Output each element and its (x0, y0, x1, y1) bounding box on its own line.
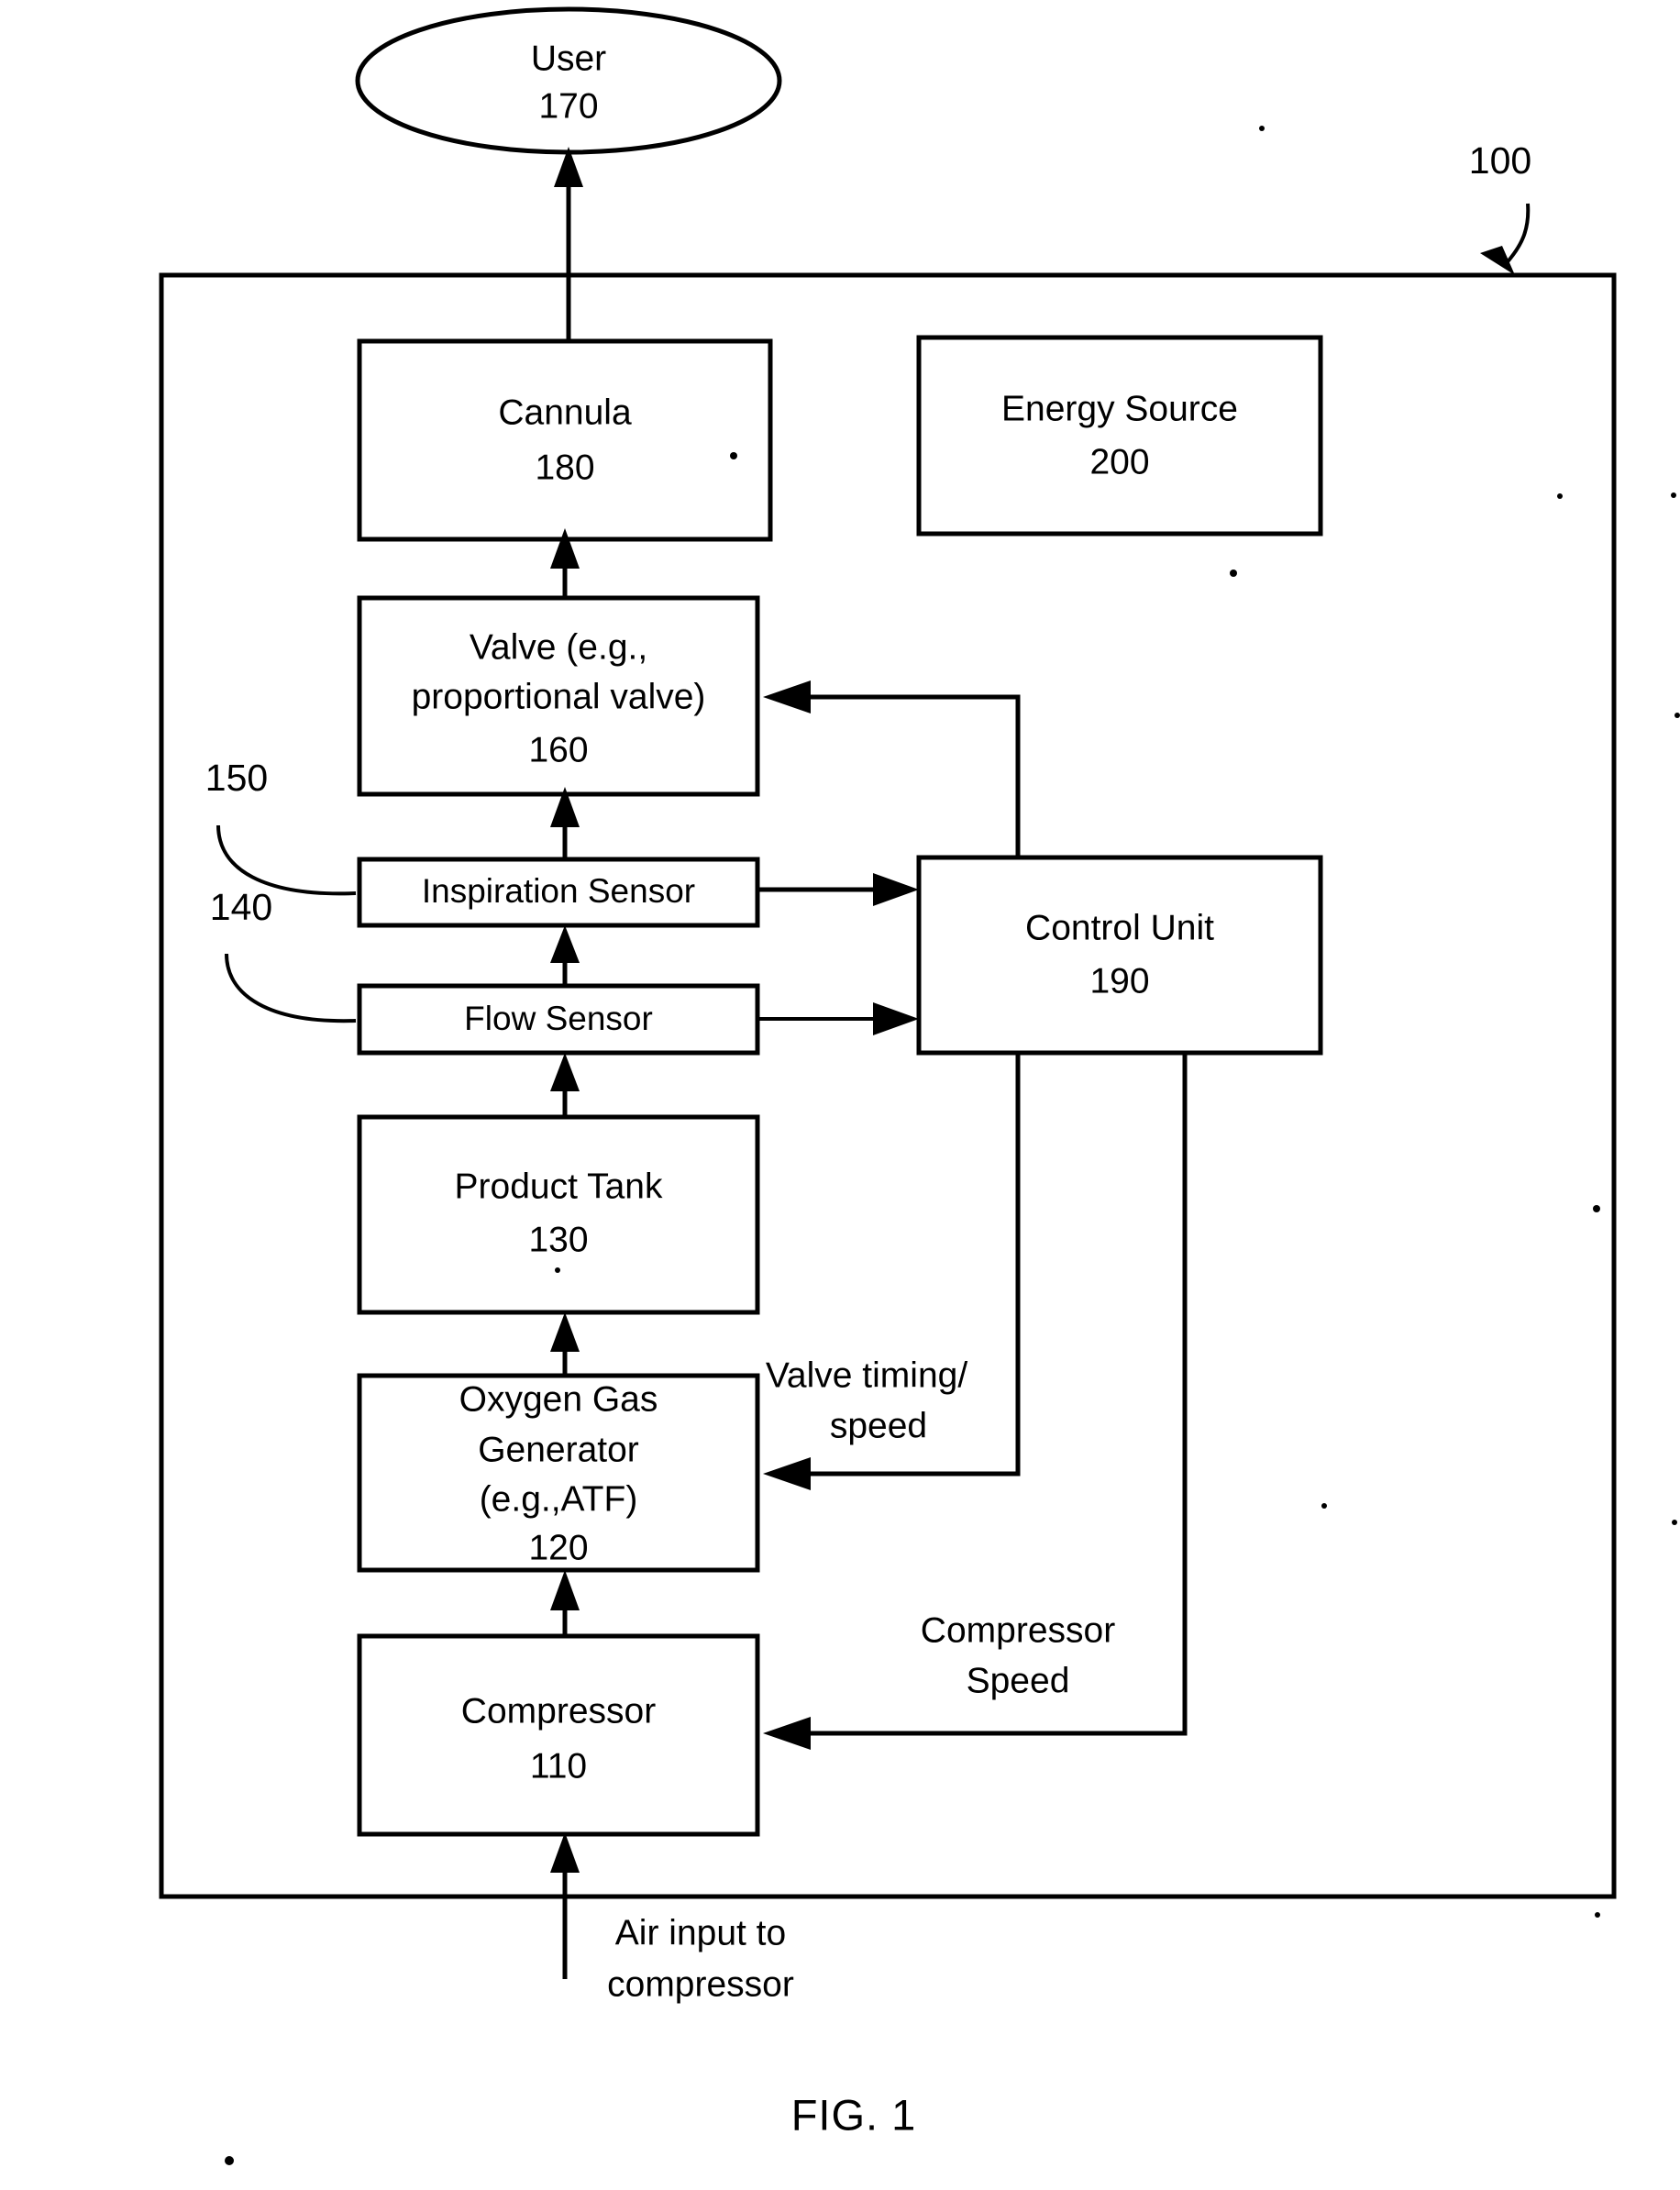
node-cannula-label: Cannula (498, 393, 632, 432)
edge-generator-to-tank-arrow (550, 1312, 580, 1352)
ref-label-140: 140 (210, 886, 272, 928)
edge-tank-to-flow-arrow (550, 1053, 580, 1091)
edge-label-air-input-line1: Air input to (615, 1913, 786, 1952)
leader-line-100 (1502, 203, 1531, 268)
edge-label-compressor-speed-line1: Compressor (921, 1610, 1115, 1650)
node-user (355, 6, 782, 155)
node-inspiration-sensor-label: Inspiration Sensor (422, 872, 695, 910)
node-compressor-ref: 110 (530, 1746, 587, 1786)
node-oxygen-generator-label-line1: Oxygen Gas (459, 1379, 658, 1419)
node-energy-source (916, 335, 1323, 536)
artifact-speck-11 (1595, 1912, 1600, 1918)
edge-inspiration-to-control-arrow (873, 873, 919, 906)
node-valve-label-line1: Valve (e.g., (470, 627, 647, 667)
node-user-label: User (531, 39, 606, 78)
ref-label-150: 150 (205, 757, 268, 799)
edge-control-to-valve (807, 694, 1021, 857)
node-valve-ref: 160 (528, 730, 588, 769)
node-control-unit-label: Control Unit (1025, 908, 1214, 947)
artifact-speck-9 (1321, 1503, 1327, 1509)
leader-line-140 (225, 953, 357, 1023)
edge-control-to-compressor-arrow (763, 1717, 811, 1750)
node-compressor (357, 1633, 760, 1837)
leader-line-150 (216, 824, 357, 896)
artifact-speck-3 (1674, 713, 1680, 718)
node-energy-source-label: Energy Source (1001, 389, 1238, 428)
edge-flow-to-inspiration-arrow (550, 925, 580, 963)
block-diagram-svg: 100 User 170 Cannula 180 Energy Source 2… (159, 6, 1680, 2165)
node-energy-source-ref: 200 (1089, 442, 1149, 481)
edge-label-air-input-line2: compressor (607, 1964, 794, 2004)
node-oxygen-generator-label-line3: (e.g.,ATF) (480, 1479, 638, 1519)
edge-label-compressor-speed-line2: Speed (967, 1661, 1070, 1700)
edge-label-valve-timing-line2: speed (830, 1406, 927, 1445)
artifact-speck-5 (1593, 1205, 1600, 1212)
edge-flow-to-control-arrow (873, 1002, 919, 1035)
node-valve-label-line2: proportional valve) (412, 677, 706, 716)
edge-label-valve-timing-line1: Valve timing/ (766, 1355, 968, 1395)
node-product-tank-ref: 130 (528, 1220, 588, 1259)
ref-label-100: 100 (1469, 139, 1531, 182)
artifact-speck-10 (225, 2156, 234, 2165)
edge-control-to-valve-arrow (763, 680, 811, 713)
node-cannula (357, 338, 773, 542)
artifact-speck-8 (730, 452, 737, 459)
node-control-unit-ref: 190 (1089, 961, 1149, 1001)
node-oxygen-generator-ref: 120 (528, 1528, 588, 1567)
node-product-tank-label: Product Tank (455, 1167, 663, 1206)
node-compressor-label: Compressor (461, 1691, 656, 1731)
artifact-speck-tank (555, 1267, 560, 1273)
artifact-speck-2 (1671, 492, 1676, 498)
node-control-unit (916, 855, 1323, 1056)
node-oxygen-generator-label-line2: Generator (478, 1430, 639, 1469)
artifact-speck-7 (1557, 493, 1563, 499)
artifact-speck-4 (1230, 570, 1237, 577)
edge-air-input-arrow (550, 1832, 580, 1873)
artifact-speck-6 (1672, 1520, 1677, 1525)
node-product-tank (357, 1114, 760, 1315)
artifact-speck-1 (1259, 126, 1265, 131)
edge-compressor-to-generator-arrow (550, 1570, 580, 1610)
node-cannula-ref: 180 (535, 448, 594, 487)
figure-root: 100 User 170 Cannula 180 Energy Source 2… (0, 0, 1680, 2190)
node-flow-sensor-label: Flow Sensor (464, 1000, 653, 1037)
figure-caption: FIG. 1 (791, 2090, 917, 2139)
edge-control-to-generator-arrow (763, 1457, 811, 1490)
node-user-ref: 170 (538, 86, 598, 126)
